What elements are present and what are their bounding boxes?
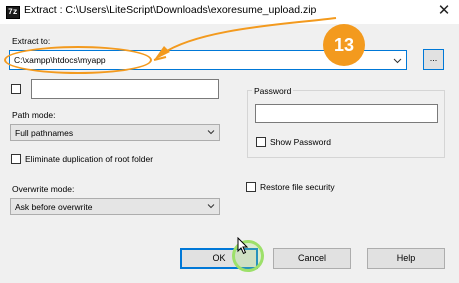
path-mode-label: Path mode: [12, 110, 56, 120]
overwrite-mode-selected: Ask before overwrite [15, 202, 93, 212]
password-label: Password [252, 86, 294, 96]
cancel-button[interactable]: Cancel [273, 248, 351, 269]
extract-to-label: Extract to: [12, 36, 51, 46]
show-password-checkbox[interactable] [256, 137, 266, 147]
app-icon-text: 7z [8, 8, 18, 17]
password-groupbox [247, 90, 445, 158]
step-number-badge: 13 [323, 24, 365, 66]
path-mode-selected: Full pathnames [15, 128, 74, 138]
eliminate-duplication-label: Eliminate duplication of root folder [25, 154, 154, 164]
chevron-down-icon [207, 130, 215, 135]
password-input[interactable] [255, 104, 438, 123]
highlight-ellipse-annotation [4, 46, 152, 74]
overwrite-mode-select[interactable]: Ask before overwrite [10, 198, 220, 215]
subfolder-name-field[interactable] [31, 79, 219, 99]
chevron-down-icon[interactable] [393, 56, 402, 65]
browse-button[interactable]: ... [423, 49, 444, 70]
help-button[interactable]: Help [367, 248, 445, 269]
overwrite-mode-label: Overwrite mode: [12, 184, 75, 194]
show-password-label: Show Password [270, 137, 331, 147]
close-icon[interactable]: ✕ [434, 2, 454, 20]
eliminate-duplication-checkbox[interactable] [11, 154, 21, 164]
path-mode-select[interactable]: Full pathnames [10, 124, 220, 141]
restore-security-checkbox[interactable] [246, 182, 256, 192]
mouse-cursor-icon [237, 237, 249, 255]
restore-security-label: Restore file security [260, 182, 335, 192]
chevron-down-icon [207, 204, 215, 209]
7zip-app-icon: 7z [6, 6, 20, 19]
annotation-arrow-icon [153, 17, 337, 61]
subfolder-checkbox[interactable] [11, 84, 21, 94]
